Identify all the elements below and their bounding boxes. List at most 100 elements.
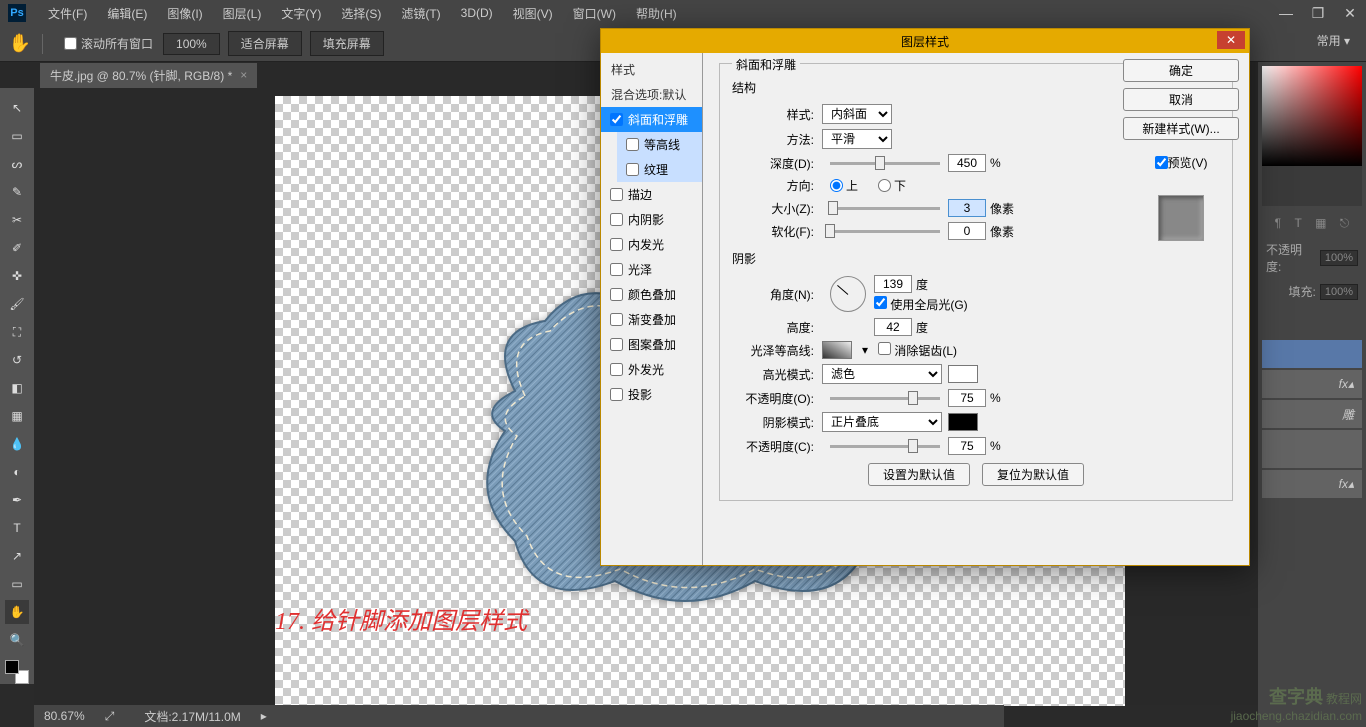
highlight-color-swatch[interactable] [948, 365, 978, 383]
style-outer-glow[interactable]: 外发光 [601, 357, 702, 382]
lasso-tool[interactable]: ᔕ [5, 152, 29, 176]
maximize-btn[interactable]: ❐ [1302, 0, 1334, 26]
menu-window[interactable]: 窗口(W) [563, 1, 626, 26]
marquee-tool[interactable]: ▭ [5, 124, 29, 148]
menu-type[interactable]: 文字(Y) [271, 1, 331, 26]
close-btn[interactable]: ✕ [1334, 0, 1366, 26]
style-inner-glow[interactable]: 内发光 [601, 232, 702, 257]
menu-3d[interactable]: 3D(D) [451, 2, 503, 24]
layer-bevel-row[interactable]: 雕 [1262, 400, 1362, 428]
size-slider[interactable] [830, 207, 940, 210]
path-select-tool[interactable]: ↗ [5, 544, 29, 568]
gloss-contour-picker[interactable] [822, 341, 852, 359]
ok-button[interactable]: 确定 [1123, 59, 1239, 82]
shadow-mode-select[interactable]: 正片叠底 [822, 412, 942, 432]
zoom-tool[interactable]: 🔍 [5, 628, 29, 652]
style-inner-shadow[interactable]: 内阴影 [601, 207, 702, 232]
style-select[interactable]: 内斜面 [822, 104, 892, 124]
style-contour[interactable]: 等高线 [617, 132, 702, 157]
style-texture[interactable]: 纹理 [617, 157, 702, 182]
soften-input[interactable] [948, 222, 986, 240]
size-input[interactable] [948, 199, 986, 217]
depth-slider[interactable] [830, 162, 940, 165]
style-bevel[interactable]: 斜面和浮雕 [601, 107, 702, 132]
history-brush-tool[interactable]: ↺ [5, 348, 29, 372]
preview-checkbox[interactable]: 预览(V) [1123, 154, 1239, 171]
scroll-all-checkbox[interactable]: 滚动所有窗口 [64, 35, 153, 52]
pen-tool[interactable]: ✒ [5, 488, 29, 512]
highlight-opacity-slider[interactable] [830, 397, 940, 400]
reset-default-btn[interactable]: 复位为默认值 [982, 463, 1084, 486]
styles-header[interactable]: 样式 [601, 57, 702, 82]
hand-tool[interactable]: ✋ [5, 600, 29, 624]
shadow-color-swatch[interactable] [948, 413, 978, 431]
type-tool[interactable]: T [5, 516, 29, 540]
quick-select-tool[interactable]: ✎ [5, 180, 29, 204]
healing-tool[interactable]: ✜ [5, 264, 29, 288]
fill-value[interactable]: 100% [1320, 284, 1358, 300]
color-swatches[interactable] [5, 660, 29, 684]
altitude-input[interactable] [874, 318, 912, 336]
opacity-value[interactable]: 100% [1320, 250, 1358, 266]
new-style-button[interactable]: 新建样式(W)... [1123, 117, 1239, 140]
global-light-checkbox[interactable]: 使用全局光(G) [874, 298, 968, 312]
menu-image[interactable]: 图像(I) [157, 1, 212, 26]
technique-select[interactable]: 平滑 [822, 129, 892, 149]
type-icon[interactable]: T [1294, 216, 1301, 231]
depth-input[interactable] [948, 154, 986, 172]
document-tab[interactable]: 牛皮.jpg @ 80.7% (针脚, RGB/8) * × [40, 63, 257, 88]
color-picker-panel[interactable] [1262, 66, 1362, 206]
style-color-overlay[interactable]: 颜色叠加 [601, 282, 702, 307]
stamp-tool[interactable]: ⛶ [5, 320, 29, 344]
menu-file[interactable]: 文件(F) [38, 1, 97, 26]
dodge-tool[interactable]: ◐ [5, 460, 29, 484]
cancel-button[interactable]: 取消 [1123, 88, 1239, 111]
style-satin[interactable]: 光泽 [601, 257, 702, 282]
shadow-opacity-slider[interactable] [830, 445, 940, 448]
brush-tool[interactable]: 🖌 [5, 292, 29, 316]
fill-screen-btn[interactable]: 填充屏幕 [310, 31, 384, 56]
menu-select[interactable]: 选择(S) [331, 1, 391, 26]
eyedropper-tool[interactable]: ✐ [5, 236, 29, 260]
shape-tool[interactable]: ▭ [5, 572, 29, 596]
zoom-100-btn[interactable]: 100% [163, 33, 220, 55]
angle-input[interactable] [874, 275, 912, 293]
set-default-btn[interactable]: 设置为默认值 [868, 463, 970, 486]
dialog-titlebar[interactable]: 图层样式 ✕ [601, 29, 1249, 53]
direction-down-radio[interactable] [878, 179, 891, 192]
layer-fx-row[interactable]: fx ▴ [1262, 370, 1362, 398]
menu-layer[interactable]: 图层(L) [213, 1, 272, 26]
layer-fx-row-2[interactable]: fx ▴ [1262, 470, 1362, 498]
expand-icon[interactable]: ⤢ [105, 709, 115, 724]
status-zoom[interactable]: 80.67% [44, 709, 85, 723]
menu-edit[interactable]: 编辑(E) [97, 1, 157, 26]
soften-slider[interactable] [830, 230, 940, 233]
foreground-swatch[interactable] [5, 660, 19, 674]
gradient-tool[interactable]: ▦ [5, 404, 29, 428]
menu-help[interactable]: 帮助(H) [626, 1, 687, 26]
chevron-right-icon[interactable]: ▸ [261, 709, 267, 723]
grid-icon[interactable]: ▦ [1315, 216, 1326, 231]
color-field[interactable] [1262, 66, 1362, 166]
blend-options-header[interactable]: 混合选项:默认 [601, 82, 702, 107]
blur-tool[interactable]: 💧 [5, 432, 29, 456]
layer-row-selected[interactable] [1262, 340, 1362, 368]
style-pattern-overlay[interactable]: 图案叠加 [601, 332, 702, 357]
direction-up-radio[interactable] [830, 179, 843, 192]
eraser-tool[interactable]: ◧ [5, 376, 29, 400]
layer-row[interactable] [1262, 430, 1362, 468]
move-tool[interactable]: ↖ [5, 96, 29, 120]
workspace-dropdown[interactable]: 常用 ▾ [1317, 32, 1350, 49]
minimize-btn[interactable]: — [1270, 0, 1302, 26]
style-gradient-overlay[interactable]: 渐变叠加 [601, 307, 702, 332]
fit-screen-btn[interactable]: 适合屏幕 [228, 31, 302, 56]
style-drop-shadow[interactable]: 投影 [601, 382, 702, 407]
menu-view[interactable]: 视图(V) [503, 1, 563, 26]
style-stroke[interactable]: 描边 [601, 182, 702, 207]
crop-tool[interactable]: ✂ [5, 208, 29, 232]
menu-filter[interactable]: 滤镜(T) [391, 1, 450, 26]
antialias-checkbox[interactable]: 消除锯齿(L) [878, 342, 957, 359]
dialog-close-btn[interactable]: ✕ [1217, 31, 1245, 49]
highlight-mode-select[interactable]: 滤色 [822, 364, 942, 384]
chevron-down-icon[interactable]: ▾ [862, 343, 868, 357]
